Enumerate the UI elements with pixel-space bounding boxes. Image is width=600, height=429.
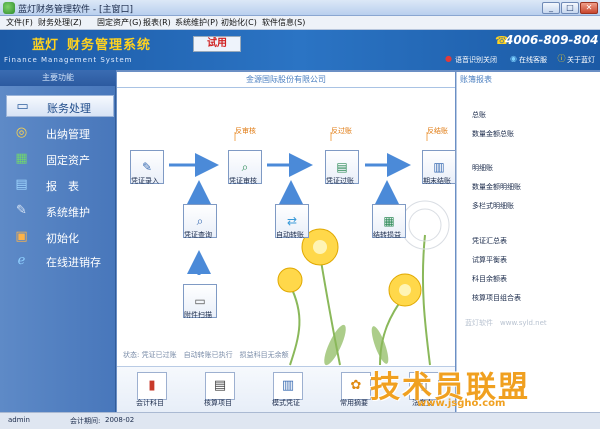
- title-bar: 蓝灯财务管理软件 - [主窗口] _ □ ✕: [0, 0, 600, 16]
- multi-column-ledger-link[interactable]: 多栏式明细账: [472, 201, 514, 211]
- sidebar-item-label: 在线进销存: [46, 256, 101, 269]
- template-voucher-label: 模式凭证: [272, 399, 300, 407]
- sidebar-item-accounting[interactable]: ▭ 账务处理: [6, 95, 114, 117]
- sidebar-item-label: 初始化: [46, 232, 79, 245]
- carry-profit-loss-label: 结转损益: [373, 231, 401, 239]
- account-balance-link[interactable]: 科目余额表: [472, 274, 507, 284]
- report-icon: ▤: [15, 177, 28, 192]
- voucher-entry-label: 凭证录入: [131, 177, 159, 185]
- period-close-icon: ▥: [433, 160, 445, 174]
- common-summary-label: 常用摘要: [340, 399, 368, 407]
- items-icon: ▤: [213, 378, 227, 393]
- trial-balance-link[interactable]: 试算平衡表: [472, 255, 507, 265]
- accounting-items-button[interactable]: ▤: [205, 372, 235, 400]
- chat-icon: ◉: [510, 54, 517, 63]
- sidebar-item-label: 固定资产: [46, 154, 90, 167]
- about-button[interactable]: 关于蓝灯: [567, 55, 595, 65]
- template-voucher-button[interactable]: ▥: [273, 372, 303, 400]
- annotation-reverse-close: 反结账: [427, 127, 448, 135]
- menu-file[interactable]: 文件(F): [6, 17, 33, 28]
- menu-accounting[interactable]: 财务处理(Z): [38, 17, 82, 28]
- brand-name: 蓝灯: [32, 38, 59, 53]
- ledger-report-header: 账簿报表: [460, 75, 492, 84]
- scanner-icon: ▭: [194, 294, 206, 308]
- template-icon: ▥: [281, 378, 295, 393]
- menu-initialize[interactable]: 初始化(C): [221, 17, 257, 28]
- sidebar-item-system-maintenance[interactable]: ✎ 系统维护: [6, 200, 114, 222]
- brand-subtitle: Finance Management System: [4, 56, 133, 64]
- voucher-review-label: 凭证审核: [229, 177, 257, 185]
- voucher-entry-icon: ✎: [141, 160, 153, 174]
- voice-recognition-button[interactable]: 语音识别关闭: [455, 55, 497, 65]
- sidebar-item-label: 出纳管理: [46, 128, 90, 141]
- brand-product-name: 财务管理系统: [67, 38, 152, 53]
- carry-profit-loss-icon: ▦: [383, 214, 395, 228]
- flower-icon: ✿: [350, 378, 362, 393]
- header-banner: 蓝灯 财务管理系统 Finance Management System 试用 ☎…: [0, 30, 600, 70]
- posting-status-text: 状态: 凭证已过账 自动转账已执行 损益科目无余额: [123, 351, 289, 359]
- maximize-button[interactable]: □: [561, 2, 579, 14]
- monitor-icon: ▭: [16, 99, 29, 114]
- window-title: 蓝灯财务管理软件 - [主窗口]: [18, 5, 133, 15]
- tools-icon: ✎: [16, 203, 27, 218]
- status-bar: admin 会计期间: 2008-02: [0, 412, 600, 429]
- period-close-label: 期末结账: [423, 177, 451, 185]
- general-ledger-link[interactable]: 总账: [472, 110, 486, 120]
- period-value: 2008-02: [105, 416, 135, 424]
- common-summary-button[interactable]: ✿: [341, 372, 371, 400]
- annotation-reverse-review: 反审核: [235, 127, 256, 135]
- sidebar-item-label: 报 表: [46, 180, 79, 193]
- period-label: 会计期间:: [70, 417, 101, 425]
- site-watermark-url: www.jsgho.com: [417, 398, 506, 409]
- chart-of-accounts-label: 会计科目: [136, 399, 164, 407]
- ie-icon: ℯ: [17, 253, 26, 268]
- menu-software-info[interactable]: 软件信息(S): [262, 17, 305, 28]
- minimize-button[interactable]: _: [542, 2, 560, 14]
- ledger-book-icon: ▮: [148, 378, 156, 393]
- hotline-number: 4006-809-804: [505, 33, 599, 47]
- trial-badge: 试用: [193, 36, 241, 52]
- menu-reports[interactable]: 报表(R): [143, 17, 171, 28]
- company-title: 金源国际股份有限公司: [117, 74, 455, 88]
- voucher-review-icon: ⌕: [241, 160, 249, 174]
- menu-bar: 文件(F) 财务处理(Z) 固定资产(G) 报表(R) 系统维护(P) 初始化(…: [0, 16, 600, 30]
- box-icon: ▣: [15, 229, 28, 244]
- sidebar-item-label: 系统维护: [46, 206, 90, 219]
- menu-system-maintenance[interactable]: 系统维护(P): [175, 17, 218, 28]
- item-combination-link[interactable]: 核算项目组合表: [472, 293, 521, 303]
- accounting-items-label: 核算项目: [204, 399, 232, 407]
- voucher-query-label: 凭证查询: [184, 231, 212, 239]
- sidebar-header: 主要功能: [0, 70, 116, 86]
- qty-detail-ledger-link[interactable]: 数量金额明细账: [472, 182, 521, 192]
- attachment-scan-label: 附件扫描: [184, 311, 212, 319]
- current-user: admin: [8, 416, 30, 424]
- auto-transfer-icon: ⇄: [286, 214, 298, 228]
- voucher-post-label: 凭证过账: [326, 177, 354, 185]
- sidebar-item-fixed-assets[interactable]: ▦ 固定资产: [6, 148, 114, 170]
- microphone-icon: ●: [445, 54, 452, 63]
- coins-icon: ◎: [15, 125, 28, 140]
- close-button[interactable]: ✕: [580, 2, 598, 14]
- assets-icon: ▦: [15, 151, 28, 166]
- auto-transfer-label: 自动转账: [276, 231, 304, 239]
- vendor-mark: 蓝灯软件 www.syld.net: [465, 319, 547, 327]
- voucher-post-icon: ▤: [336, 160, 348, 174]
- sidebar-item-cashier[interactable]: ◎ 出纳管理: [6, 122, 114, 144]
- sidebar-item-reports[interactable]: ▤ 报 表: [6, 174, 114, 196]
- voucher-query-icon: ⌕: [196, 214, 204, 228]
- app-logo-icon: [3, 2, 15, 14]
- annotation-reverse-post: 反过账: [331, 127, 352, 135]
- voucher-summary-link[interactable]: 凭证汇总表: [472, 236, 507, 246]
- qty-general-ledger-link[interactable]: 数量金额总账: [472, 129, 514, 139]
- detail-ledger-link[interactable]: 明细账: [472, 163, 493, 173]
- sidebar-item-online-inventory[interactable]: ℯ 在线进销存: [6, 250, 114, 272]
- chart-of-accounts-button[interactable]: ▮: [137, 372, 167, 400]
- sidebar-item-initialize[interactable]: ▣ 初始化: [6, 226, 114, 248]
- sidebar-item-label: 账务处理: [47, 102, 91, 115]
- online-support-button[interactable]: 在线客服: [519, 55, 547, 65]
- menu-fixed-assets[interactable]: 固定资产(G): [97, 17, 141, 28]
- info-icon: ⓘ: [557, 54, 566, 63]
